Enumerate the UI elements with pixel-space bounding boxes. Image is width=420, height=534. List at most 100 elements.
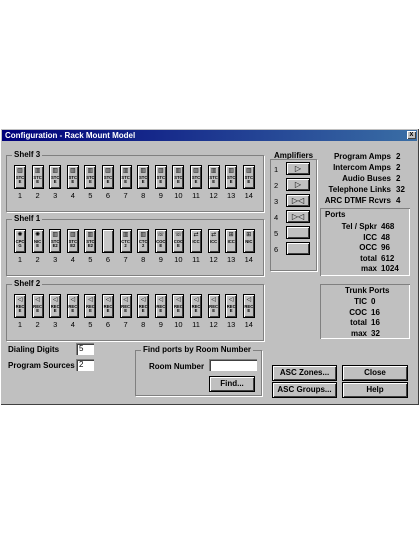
slot-number: 2 xyxy=(35,255,40,264)
slot-card-label: REC E xyxy=(209,304,219,314)
shelf-1-group: Shelf 1 ✺ CPC G 1 ✺ NIC E 2 ▥ STC E2 3 ▥ STC E2 4 ▥ S… xyxy=(6,214,264,276)
slot-number: 13 xyxy=(227,320,236,329)
shelf-slot[interactable]: ◁ REC E xyxy=(155,295,166,317)
slot-card-label: STC E xyxy=(86,175,95,185)
shelf-slot[interactable]: ▥ STC E2 xyxy=(67,230,78,252)
shelf-slot[interactable]: ▥ STC E2 xyxy=(50,230,61,252)
ports-row-value: 468 xyxy=(381,222,395,231)
shelf-slot[interactable]: ☏ COC E xyxy=(155,230,166,252)
shelf-slot[interactable]: ▥ STC E xyxy=(226,166,237,188)
slot-number: 7 xyxy=(123,320,128,329)
slot-number: 8 xyxy=(141,320,146,329)
phone-icon: ☏ xyxy=(157,232,165,238)
close-button[interactable]: Close xyxy=(343,366,407,380)
slot-card-label: STC E xyxy=(15,175,25,185)
find-button[interactable]: Find... xyxy=(210,377,254,391)
slot-number: 10 xyxy=(174,320,183,329)
shelf-slot[interactable]: ⊞ NIC xyxy=(243,230,254,252)
summary-label: Telephone Links xyxy=(328,185,391,194)
speaker-icon: ◁ xyxy=(70,297,76,303)
slot-card-label: COC E xyxy=(173,239,184,249)
shelf-slot[interactable]: ⇄ ICC xyxy=(208,230,219,252)
shelf-slot[interactable]: ▥ STC E xyxy=(173,166,184,188)
amplifier-button[interactable] xyxy=(287,227,309,238)
shelf-slot[interactable]: ◁ REC E xyxy=(103,295,113,317)
slot-number: 14 xyxy=(244,255,253,264)
slot-card-label: STC E xyxy=(139,175,148,185)
shelf-slot[interactable]: ▥ STC E xyxy=(138,166,149,188)
shelf-slot[interactable]: ▥ STC E xyxy=(15,166,25,188)
slot-number: 8 xyxy=(141,255,146,264)
shelf-slot[interactable]: ◁ REC E xyxy=(120,295,131,317)
close-window-icon[interactable]: x xyxy=(407,131,416,139)
shelf-slot[interactable]: ◁ REC E xyxy=(173,295,184,317)
shelf-slot[interactable]: ▥ STC E xyxy=(85,166,96,188)
shelf-slot[interactable]: ◁ REC E xyxy=(226,295,237,317)
speaker-icon: ◁ xyxy=(52,297,58,303)
asc-groups-button[interactable]: ASC Groups... xyxy=(273,383,336,397)
shelf-slot[interactable]: ▥ STC E xyxy=(243,166,254,188)
slot-number: 14 xyxy=(244,191,253,200)
ports-row-label: max xyxy=(360,264,377,273)
shelf-slot[interactable] xyxy=(103,230,113,252)
shelf-slot[interactable]: ▥ STC E xyxy=(191,166,201,188)
ports-row-label: total xyxy=(360,253,377,263)
program-sources-field[interactable]: 2 xyxy=(76,359,94,371)
amplifier-button[interactable]: ▷ xyxy=(287,179,309,190)
shelf-slot[interactable]: ▥ STC E xyxy=(32,166,43,188)
shelf-slot[interactable]: ▥ STC E xyxy=(155,166,166,188)
help-button[interactable]: Help xyxy=(343,383,407,397)
shelf-slot[interactable]: ◁ REC E xyxy=(15,295,25,317)
shelf-slot[interactable]: ◁ REC E xyxy=(32,295,43,317)
amplifier-button[interactable]: ▷◁ xyxy=(287,211,309,222)
summary-value: 2 xyxy=(396,174,401,183)
shelf-slot[interactable]: ⇄ ICC xyxy=(191,230,201,252)
slot-number: 10 xyxy=(174,255,183,264)
shelf-slot[interactable]: ⊞ ICC xyxy=(226,230,237,252)
slot-number: 4 xyxy=(70,320,75,329)
shelf-slot[interactable]: ◁ REC E xyxy=(243,295,254,317)
shelf-slot[interactable]: ▥ STC E xyxy=(103,166,113,188)
slot-number: 9 xyxy=(158,191,163,200)
shelf-slot[interactable]: ☏ COC E xyxy=(173,230,184,252)
shelf-slot[interactable]: ▥ STC E2 xyxy=(85,230,96,252)
slot-card-label: STC E xyxy=(174,175,183,185)
asc-zones-button[interactable]: ASC Zones... xyxy=(273,366,336,380)
trunk-row-label: max xyxy=(350,328,367,338)
amplifier-button[interactable]: ▷◁ xyxy=(287,195,309,206)
shelf-slot[interactable]: ◁ REC E xyxy=(50,295,61,317)
sun-icon: ✺ xyxy=(35,232,41,238)
amplifier-button[interactable] xyxy=(287,243,309,254)
shelf-slot[interactable]: ◁ REC E xyxy=(67,295,78,317)
amplifier-number: 3 xyxy=(274,197,279,206)
amplifier-button[interactable]: ▷ xyxy=(287,163,309,174)
shelf-slot[interactable]: ▥ STC E xyxy=(208,166,219,188)
shelf-slot[interactable]: ◁ REC E xyxy=(85,295,96,317)
shelf-slot[interactable]: ◁ REC E xyxy=(191,295,201,317)
slot-number: 1 xyxy=(17,320,23,329)
shelf-slot[interactable]: ◁ REC E xyxy=(208,295,219,317)
slot-card-label: REC E xyxy=(50,304,60,314)
room-number-input[interactable] xyxy=(209,359,257,371)
shelf-slot[interactable]: ✺ CPC G xyxy=(15,230,25,252)
slot-card-label: STC E xyxy=(68,175,77,185)
rack-card-icon: ▥ xyxy=(69,232,76,238)
empty-slot xyxy=(104,232,112,238)
summary-label: Audio Buses xyxy=(342,174,391,183)
shelf-slot[interactable]: ▥ STC E xyxy=(120,166,131,188)
slot-card-label: STC E2 xyxy=(86,239,95,249)
shelf-slot[interactable]: ▥ CTC 2 xyxy=(138,230,149,252)
shelf-slot[interactable]: ▥ CTC 2 xyxy=(120,230,131,252)
slot-number: 3 xyxy=(53,191,58,200)
rack-card-icon: ▥ xyxy=(17,168,23,174)
summary-value: 4 xyxy=(396,196,401,205)
shelf-slot[interactable]: ✺ NIC E xyxy=(32,230,43,252)
slot-number: 11 xyxy=(192,320,200,329)
speaker-icon: ◁ xyxy=(193,297,199,303)
shelf-slot[interactable]: ▥ STC E xyxy=(50,166,61,188)
shelf-slot[interactable]: ◁ REC E xyxy=(138,295,149,317)
dialing-digits-field[interactable]: 5 xyxy=(76,343,94,355)
slot-number: 11 xyxy=(192,191,200,200)
shelf-slot[interactable]: ▥ STC E xyxy=(67,166,78,188)
summary-label: Intercom Amps xyxy=(333,163,391,172)
